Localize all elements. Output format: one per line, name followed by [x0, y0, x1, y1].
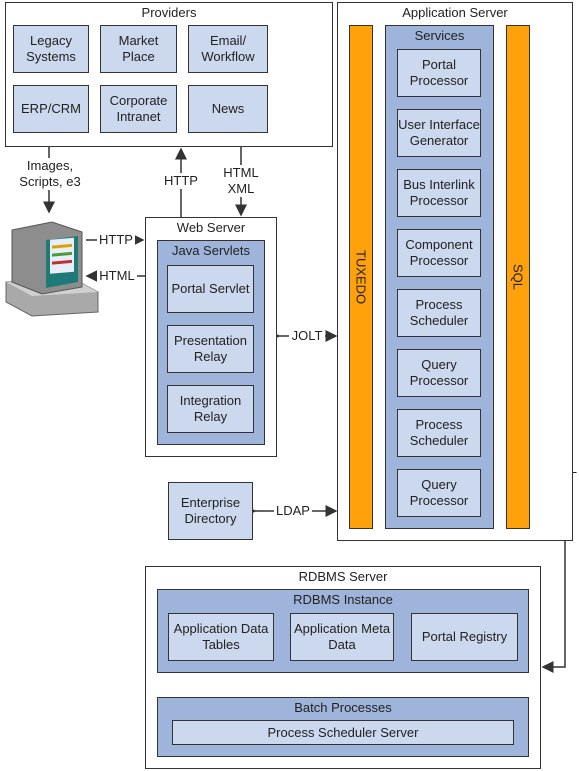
portal-servlet: Portal Servlet: [167, 265, 254, 313]
computer-icon: [5, 221, 99, 317]
label-ldap: LDAP: [274, 503, 312, 519]
service-item: Process Scheduler: [397, 409, 481, 457]
label-http-up: HTTP: [160, 173, 202, 189]
sql-bar-label: SQL: [510, 263, 526, 290]
provider-erp: ERP/CRM: [13, 85, 89, 133]
process-scheduler-server: Process Scheduler Server: [172, 720, 514, 745]
service-item: Query Processor: [397, 349, 481, 397]
portal-registry: Portal Registry: [411, 613, 518, 661]
provider-email: Email/ Workflow: [188, 25, 268, 73]
presentation-relay: Presentation Relay: [167, 325, 254, 373]
label-html-xml: HTML XML: [218, 165, 264, 197]
rdbms-server-title: RDBMS Server: [298, 569, 388, 584]
label-images: Images, Scripts, e3: [12, 158, 88, 190]
service-item: Bus Interlink Processor: [397, 169, 481, 217]
provider-intranet: Corporate Intranet: [100, 85, 177, 133]
tuxedo-bar: TUXEDO: [349, 25, 373, 529]
service-item: Component Processor: [397, 229, 481, 277]
web-server-title: Web Server: [176, 220, 246, 235]
provider-market: Market Place: [100, 25, 177, 73]
service-item: Query Processor: [397, 469, 481, 517]
providers-title: Providers: [141, 5, 197, 20]
service-item: Portal Processor: [397, 49, 481, 97]
integration-relay: Integration Relay: [167, 385, 254, 433]
batch-processes-title: Batch Processes: [294, 700, 392, 715]
application-data-tables: Application Data Tables: [168, 613, 274, 661]
label-http: HTTP: [97, 232, 135, 248]
provider-legacy: Legacy Systems: [13, 25, 89, 73]
service-item: Process Scheduler: [397, 289, 481, 337]
java-servlets-title: Java Servlets: [171, 243, 251, 258]
sql-bar: SQL: [506, 25, 530, 529]
label-jolt: JOLT: [289, 328, 325, 344]
application-meta-data: Application Meta Data: [290, 613, 394, 661]
application-server-title: Application Server: [402, 5, 508, 20]
tuxedo-label: TUXEDO: [353, 249, 369, 305]
label-html: HTML: [97, 268, 137, 284]
provider-news: News: [188, 85, 268, 133]
services-title: Services: [414, 28, 465, 43]
enterprise-directory: Enterprise Directory: [168, 482, 253, 540]
rdbms-instance-title: RDBMS Instance: [293, 592, 393, 607]
service-item: User Interface Generator: [397, 109, 481, 157]
